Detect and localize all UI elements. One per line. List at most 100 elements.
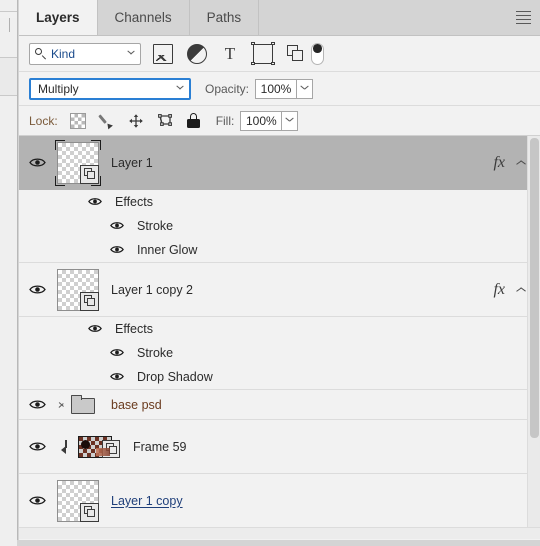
layer-thumbnail[interactable] <box>55 478 101 524</box>
table-row[interactable]: Layer 1 copy <box>19 474 540 527</box>
layer-thumbnail-image <box>57 268 99 311</box>
eye-icon <box>28 495 46 506</box>
fx-badge-icon[interactable]: fx <box>493 281 505 299</box>
lock-transparent-pixels-icon[interactable] <box>69 112 86 129</box>
search-icon <box>35 48 46 59</box>
layer-visibility-toggle[interactable] <box>19 399 55 410</box>
scrollbar-thumb[interactable] <box>530 138 539 438</box>
layer-thumbnail[interactable] <box>75 424 120 470</box>
layer-thumbnail-image <box>57 479 99 522</box>
smart-object-badge-icon <box>102 439 120 458</box>
sliver-segment-top <box>0 0 17 12</box>
opacity-input[interactable]: 100% <box>255 78 297 99</box>
lock-label: Lock: <box>29 113 58 128</box>
lock-image-pixels-icon[interactable] <box>99 113 115 129</box>
lock-artboard-nesting-icon[interactable] <box>157 113 173 129</box>
tab-paths[interactable]: Paths <box>189 0 260 35</box>
lock-row: Lock: Fill: 100% <box>19 106 540 136</box>
filter-enable-toggle[interactable] <box>311 42 324 65</box>
table-row[interactable]: Layer 1 copy 2 fx <box>19 263 540 317</box>
fill-value: 100% <box>246 113 277 128</box>
opacity-value: 100% <box>260 81 292 96</box>
layer-name[interactable]: base psd <box>111 398 540 412</box>
list-item[interactable]: Inner Glow <box>19 238 540 262</box>
eye-icon <box>28 441 46 452</box>
layer-name[interactable]: Layer 1 copy 2 <box>111 283 493 297</box>
eye-icon <box>87 324 105 335</box>
layer-thumbnail[interactable] <box>55 267 101 313</box>
tab-layers[interactable]: Layers <box>19 0 98 35</box>
panel-bottom-strip <box>19 527 540 539</box>
tab-layers-label: Layers <box>36 10 80 25</box>
list-item[interactable]: Effects <box>19 190 540 214</box>
layer-filter-row: Kind T <box>19 36 540 72</box>
chevron-right-icon[interactable] <box>55 399 67 411</box>
layer-name[interactable]: Frame 59 <box>125 440 540 454</box>
sliver-segment-upper <box>0 18 17 58</box>
filter-pixel-layers-icon[interactable] <box>153 43 173 64</box>
chevron-up-icon[interactable] <box>516 160 526 166</box>
layer-name[interactable]: Layer 1 copy <box>111 494 540 508</box>
chevron-down-icon <box>286 118 294 123</box>
chevron-up-icon[interactable] <box>516 287 526 293</box>
sliver-segment-mid <box>0 58 17 96</box>
fill-label: Fill: <box>215 113 235 128</box>
tab-bar-empty-area <box>259 0 506 35</box>
blend-mode-dropdown[interactable]: Multiply <box>29 77 191 100</box>
layer-visibility-toggle[interactable] <box>19 157 55 168</box>
effects-group-label: Effects <box>115 195 153 209</box>
layer-list-scrollbar[interactable] <box>527 136 540 527</box>
eye-icon <box>109 372 127 383</box>
lock-icons <box>69 112 202 129</box>
tab-channels-label: Channels <box>114 10 172 25</box>
eye-icon <box>109 245 127 256</box>
filter-kind-label: Kind <box>51 46 76 61</box>
layer-name[interactable]: Layer 1 <box>111 156 493 170</box>
eye-icon <box>28 284 46 295</box>
panel-tab-bar: Layers Channels Paths <box>19 0 540 36</box>
effect-label: Inner Glow <box>137 243 198 257</box>
effects-group-visibility-toggle[interactable] <box>85 324 107 335</box>
layer-thumbnail[interactable] <box>55 139 101 186</box>
opacity-stepper[interactable] <box>296 78 314 99</box>
layer-visibility-toggle[interactable] <box>19 495 55 506</box>
fill-stepper[interactable] <box>281 110 299 131</box>
list-item[interactable]: Effects <box>19 317 540 341</box>
filter-shape-layers-icon[interactable] <box>251 41 275 66</box>
blend-mode-value: Multiply <box>38 81 79 96</box>
filter-smart-object-layers-icon[interactable] <box>287 44 305 63</box>
list-item[interactable]: Stroke <box>19 214 540 238</box>
layer-visibility-toggle[interactable] <box>19 441 55 452</box>
panel-menu-button[interactable] <box>506 0 540 35</box>
effect-visibility-toggle[interactable] <box>107 221 129 232</box>
effects-group-visibility-toggle[interactable] <box>85 197 107 208</box>
effect-label: Stroke <box>137 219 174 233</box>
effect-visibility-toggle[interactable] <box>107 245 129 256</box>
effect-label: Stroke <box>137 346 174 360</box>
lock-position-icon[interactable] <box>128 113 144 129</box>
layer-list[interactable]: Layer 1 fx Effects Stroke Inner Glow Lay… <box>19 136 540 527</box>
table-row[interactable]: Layer 1 fx <box>19 136 540 190</box>
list-item[interactable]: Stroke <box>19 341 540 365</box>
eye-icon <box>109 348 127 359</box>
table-row[interactable]: Frame 59 <box>19 420 540 474</box>
list-item[interactable]: Drop Shadow <box>19 365 540 389</box>
smart-object-badge-icon <box>80 164 99 184</box>
filter-adjustment-layers-icon[interactable] <box>187 43 207 64</box>
effect-visibility-toggle[interactable] <box>107 348 129 359</box>
fx-badge-icon[interactable]: fx <box>493 154 505 172</box>
table-row[interactable]: base psd <box>19 390 540 420</box>
lock-all-icon[interactable] <box>186 113 202 129</box>
filter-kind-dropdown[interactable]: Kind <box>29 42 141 65</box>
sliver-tick <box>9 18 10 32</box>
fill-input[interactable]: 100% <box>240 110 282 131</box>
clipping-mask-arrow-icon <box>59 439 73 454</box>
sliver-segment-lower <box>0 96 17 546</box>
tab-channels[interactable]: Channels <box>97 0 190 35</box>
layer-visibility-toggle[interactable] <box>19 284 55 295</box>
opacity-label: Opacity: <box>205 81 250 96</box>
eye-icon <box>109 221 127 232</box>
filter-type-layers-icon[interactable]: T <box>221 45 239 63</box>
eye-icon <box>87 197 105 208</box>
effect-visibility-toggle[interactable] <box>107 372 129 383</box>
